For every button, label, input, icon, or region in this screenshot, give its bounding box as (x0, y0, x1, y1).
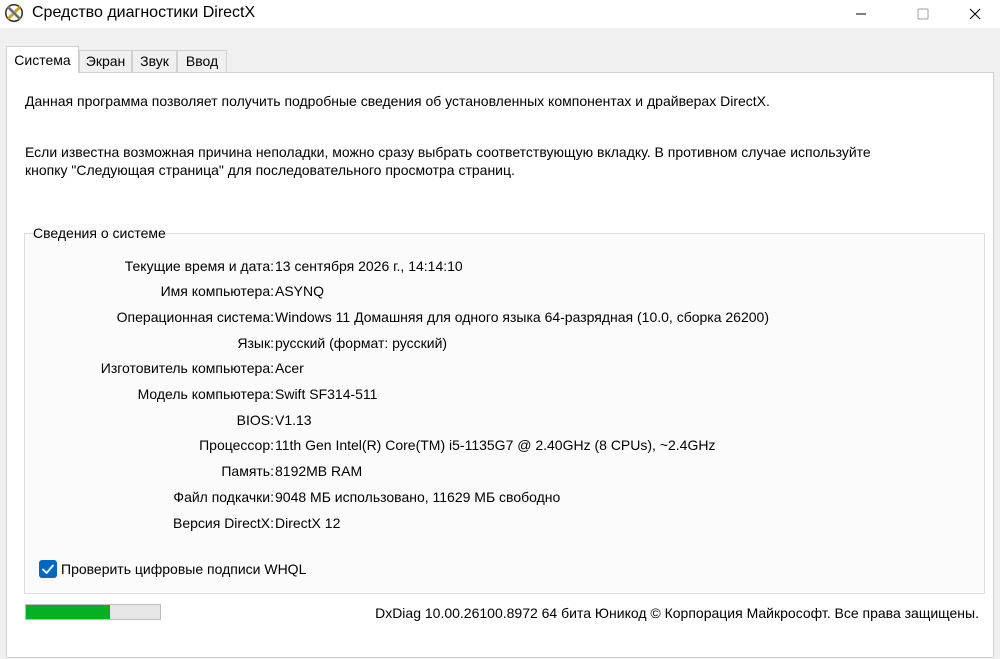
whql-checkbox[interactable] (39, 560, 57, 578)
close-icon (969, 8, 981, 20)
info-label: Имя компьютера: (160, 283, 274, 299)
info-value: Swift SF314-511 (275, 386, 378, 402)
progress-bar (25, 604, 161, 620)
tab-input[interactable]: Ввод (177, 50, 227, 72)
info-row-manufacturer: Изготовитель компьютера: Acer (7, 358, 987, 378)
info-label: Модель компьютера: (137, 386, 274, 402)
info-value: DirectX 12 (275, 515, 341, 531)
intro-description: Данная программа позволяет получить подр… (25, 93, 770, 109)
info-row-processor: Процессор: 11th Gen Intel(R) Core(TM) i5… (7, 435, 987, 455)
whql-checkbox-label[interactable]: Проверить цифровые подписи WHQL (61, 560, 306, 578)
info-label: BIOS: (236, 412, 274, 428)
checkmark-icon (42, 564, 54, 574)
info-value: ASYNQ (275, 283, 325, 299)
info-value: 8192MB RAM (275, 463, 363, 479)
info-label: Текущие время и дата: (124, 258, 274, 274)
copyright-footer: DxDiag 10.00.26100.8972 64 бита Юникод ©… (375, 605, 979, 621)
info-label: Процессор: (199, 437, 274, 453)
info-value: V1.13 (275, 412, 312, 428)
maximize-button[interactable] (900, 0, 946, 28)
system-info-title: Сведения о системе (33, 224, 166, 242)
title-bar: Средство диагностики DirectX (0, 0, 1000, 28)
info-value: 9048 МБ использовано, 11629 МБ свободно (275, 489, 561, 505)
info-value: 13 сентября 2026 г., 14:14:10 (275, 258, 463, 274)
info-label: Изготовитель компьютера: (100, 360, 274, 376)
info-row-memory: Память: 8192MB RAM (7, 461, 987, 481)
info-value: 11th Gen Intel(R) Core(TM) i5-1135G7 @ 2… (275, 437, 716, 453)
info-row-model: Модель компьютера: Swift SF314-511 (7, 384, 987, 404)
info-row-pagefile: Файл подкачки: 9048 МБ использовано, 116… (7, 487, 987, 507)
minimize-icon (856, 13, 866, 15)
info-row-os: Операционная система: Windows 11 Домашня… (7, 307, 987, 327)
intro-hint-line1: Если известна возможная причина неполадк… (25, 144, 871, 160)
maximize-icon (917, 8, 929, 20)
info-row-bios: BIOS: V1.13 (7, 410, 987, 430)
info-label: Версия DirectX: (173, 515, 274, 531)
info-row-language: Язык: русский (формат: русский) (7, 333, 987, 353)
info-row-datetime: Текущие время и дата: 13 сентября 2026 г… (7, 256, 987, 276)
window-title: Средство диагностики DirectX (32, 4, 256, 21)
directx-x-icon (5, 4, 23, 22)
system-tab-panel: Данная программа позволяет получить подр… (6, 72, 994, 658)
info-label: Память: (221, 463, 274, 479)
minimize-button[interactable] (838, 0, 884, 28)
info-value: русский (формат: русский) (275, 335, 448, 351)
info-row-directx: Версия DirectX: DirectX 12 (7, 513, 987, 533)
info-value: Acer (275, 360, 304, 376)
tab-display[interactable]: Экран (79, 50, 132, 72)
progress-bar-fill (26, 605, 110, 619)
intro-hint-line2: кнопку "Следующая страница" для последов… (25, 162, 515, 178)
tab-strip: Система Экран Звук Ввод (0, 46, 1000, 73)
tab-sound[interactable]: Звук (132, 50, 177, 72)
info-value: Windows 11 Домашняя для одного языка 64-… (275, 309, 769, 325)
info-label: Операционная система: (116, 309, 274, 325)
tab-system[interactable]: Система (6, 46, 79, 73)
close-button[interactable] (952, 0, 998, 28)
info-row-computer-name: Имя компьютера: ASYNQ (7, 281, 987, 301)
info-label: Файл подкачки: (173, 489, 274, 505)
info-label: Язык: (237, 335, 274, 351)
